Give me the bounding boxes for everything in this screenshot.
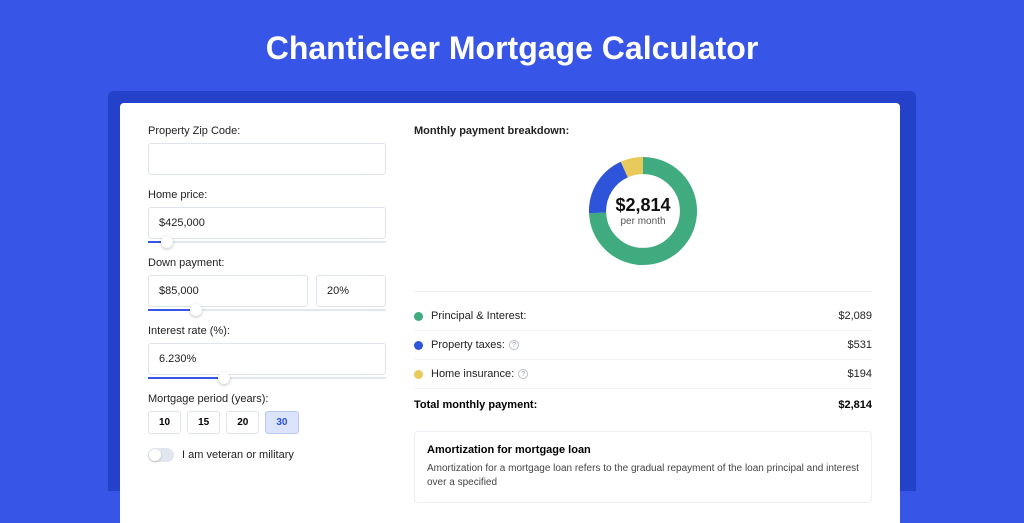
interest-rate-label: Interest rate (%): <box>148 325 386 337</box>
info-icon[interactable]: ? <box>518 369 528 379</box>
slider-thumb[interactable] <box>190 304 202 316</box>
info-icon[interactable]: ? <box>509 340 519 350</box>
interest-rate-input[interactable] <box>148 343 386 375</box>
donut-amount: $2,814 <box>615 195 670 216</box>
amortization-title: Amortization for mortgage loan <box>427 444 859 456</box>
mortgage-period-group: 10 15 20 30 <box>148 411 386 434</box>
breakdown-value: $194 <box>848 368 872 380</box>
period-button-15[interactable]: 15 <box>187 411 220 434</box>
breakdown-label: Property taxes:? <box>431 339 848 351</box>
zip-input[interactable] <box>148 143 386 175</box>
period-button-30[interactable]: 30 <box>265 411 298 434</box>
breakdown-list: Principal & Interest:$2,089Property taxe… <box>414 292 872 389</box>
down-payment-label: Down payment: <box>148 257 386 269</box>
home-price-slider[interactable] <box>148 241 386 243</box>
breakdown-value: $2,089 <box>838 310 872 322</box>
breakdown-label: Principal & Interest: <box>431 310 838 322</box>
results-column: Monthly payment breakdown: $2,814 per mo… <box>414 125 872 523</box>
veteran-toggle-label: I am veteran or military <box>182 449 294 461</box>
toggle-knob <box>149 449 161 461</box>
down-payment-amount-input[interactable] <box>148 275 308 307</box>
legend-dot <box>414 370 423 379</box>
total-value: $2,814 <box>838 399 872 411</box>
inputs-column: Property Zip Code: Home price: Down paym… <box>148 125 386 523</box>
donut-center: $2,814 per month <box>583 151 703 271</box>
home-price-input[interactable] <box>148 207 386 239</box>
donut-chart-wrap: $2,814 per month <box>414 143 872 292</box>
zip-label: Property Zip Code: <box>148 125 386 137</box>
donut-chart: $2,814 per month <box>583 151 703 271</box>
slider-fill <box>148 377 224 379</box>
breakdown-title: Monthly payment breakdown: <box>414 125 872 137</box>
breakdown-line: Principal & Interest:$2,089 <box>414 302 872 331</box>
amortization-card: Amortization for mortgage loan Amortizat… <box>414 431 872 503</box>
slider-thumb[interactable] <box>218 372 230 384</box>
breakdown-label: Home insurance:? <box>431 368 848 380</box>
amortization-text: Amortization for a mortgage loan refers … <box>427 462 859 490</box>
donut-sublabel: per month <box>620 216 665 227</box>
calculator-card: Property Zip Code: Home price: Down paym… <box>120 103 900 523</box>
mortgage-period-label: Mortgage period (years): <box>148 393 386 405</box>
breakdown-value: $531 <box>848 339 872 351</box>
veteran-toggle-row: I am veteran or military <box>148 448 386 462</box>
total-payment-line: Total monthly payment: $2,814 <box>414 389 872 425</box>
slider-thumb[interactable] <box>161 236 173 248</box>
legend-dot <box>414 341 423 350</box>
interest-rate-slider[interactable] <box>148 377 386 379</box>
down-payment-percent-input[interactable] <box>316 275 386 307</box>
page-title: Chanticleer Mortgage Calculator <box>0 0 1024 91</box>
home-price-label: Home price: <box>148 189 386 201</box>
legend-dot <box>414 312 423 321</box>
breakdown-line: Property taxes:?$531 <box>414 331 872 360</box>
shadow-card: Property Zip Code: Home price: Down paym… <box>108 91 916 491</box>
period-button-10[interactable]: 10 <box>148 411 181 434</box>
period-button-20[interactable]: 20 <box>226 411 259 434</box>
total-label: Total monthly payment: <box>414 399 838 411</box>
slider-fill <box>148 309 196 311</box>
breakdown-line: Home insurance:?$194 <box>414 360 872 389</box>
down-payment-row <box>148 275 386 309</box>
down-payment-slider[interactable] <box>148 309 386 311</box>
veteran-toggle[interactable] <box>148 448 174 462</box>
